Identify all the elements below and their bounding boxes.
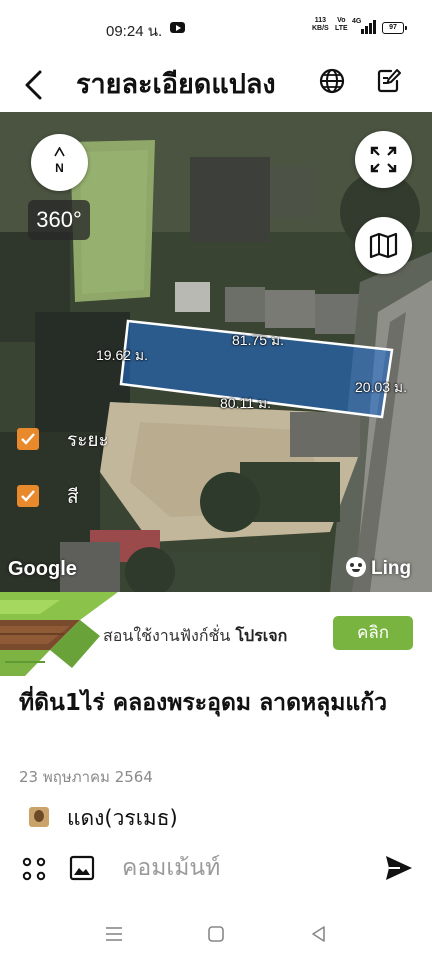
menu-icon bbox=[106, 927, 122, 941]
battery-icon: 97 bbox=[382, 22, 407, 34]
network-speed-value: 113 bbox=[314, 17, 327, 24]
image-icon bbox=[69, 855, 95, 881]
dimension-bottom: 80.11 ม. bbox=[220, 395, 272, 411]
checkbox-icon[interactable] bbox=[17, 485, 39, 507]
send-button[interactable] bbox=[384, 854, 414, 882]
ling-icon bbox=[346, 557, 366, 577]
google-attribution: Google bbox=[8, 558, 77, 580]
edit-button[interactable] bbox=[373, 65, 405, 97]
system-nav-bar bbox=[0, 906, 432, 960]
back-button[interactable] bbox=[18, 64, 52, 104]
send-icon bbox=[386, 856, 412, 880]
listing-date: 23 พฤษภาคม 2564 bbox=[19, 768, 153, 786]
volte-indicator: Vo LTE bbox=[335, 17, 348, 33]
map-type-button[interactable] bbox=[355, 217, 412, 274]
satellite-map[interactable]: N 360° 19.62 ม. 81.75 ม. 80.11 ม. 20.03 … bbox=[0, 112, 432, 592]
ling-attribution: Ling bbox=[346, 557, 411, 581]
tutorial-banner[interactable]: สอนใช้งานฟังก์ชั่น โปรเจก คลิก bbox=[0, 592, 432, 676]
network-speed-unit: KB/S bbox=[312, 25, 329, 32]
listing-title: ที่ดิน1ไร่ คลองพระอุดม ลาดหลุมแก้ว bbox=[19, 690, 388, 716]
network-speed: 113 KB/S bbox=[312, 17, 329, 33]
compass-button[interactable]: N bbox=[31, 134, 88, 191]
map-type-icon bbox=[369, 232, 398, 259]
home-square-icon bbox=[208, 926, 224, 942]
app-bar: รายละเอียดแปลง bbox=[0, 56, 432, 112]
dimension-top: 81.75 ม. bbox=[232, 332, 285, 348]
status-bar: 09:24 น. 113 KB/S Vo LTE 4G 97 bbox=[0, 0, 432, 56]
comment-input[interactable] bbox=[122, 848, 362, 888]
system-back-button[interactable] bbox=[307, 922, 331, 946]
dimension-right: 20.03 ม. bbox=[355, 379, 408, 395]
back-triangle-icon bbox=[312, 926, 325, 942]
banner-text-prefix: สอนใช้งานฟังก์ชั่น bbox=[103, 626, 236, 645]
status-time: 09:24 น. bbox=[106, 23, 163, 40]
volte-bottom: LTE bbox=[335, 25, 348, 32]
apps-button[interactable] bbox=[20, 855, 48, 883]
farmland-illustration bbox=[0, 592, 120, 676]
network-type: 4G bbox=[352, 18, 362, 25]
battery-level: 97 bbox=[389, 24, 397, 31]
fullscreen-icon bbox=[370, 146, 397, 173]
apps-grid-icon bbox=[22, 857, 46, 881]
volte-top: Vo bbox=[337, 17, 346, 24]
author-name[interactable]: แดง(วรเมธ) bbox=[67, 802, 178, 835]
edit-note-icon bbox=[377, 69, 401, 93]
fullscreen-button[interactable] bbox=[355, 131, 412, 188]
compass-label: N bbox=[55, 161, 64, 175]
ling-label: Ling bbox=[371, 558, 412, 579]
comment-bar bbox=[0, 840, 432, 896]
banner-click-button[interactable]: คลิก bbox=[333, 616, 413, 650]
layer-label-color: สี bbox=[67, 486, 79, 508]
banner-text: สอนใช้งานฟังก์ชั่น โปรเจก bbox=[103, 624, 287, 649]
youtube-icon bbox=[170, 22, 185, 33]
layer-label-distance: ระยะ bbox=[67, 429, 109, 451]
image-button[interactable] bbox=[69, 855, 95, 881]
page-title: รายละเอียดแปลง bbox=[76, 69, 276, 100]
banner-text-bold: โปรเจก bbox=[235, 626, 288, 645]
back-arrow-icon bbox=[25, 70, 42, 100]
signal-icon: 4G bbox=[352, 18, 376, 34]
compass-icon bbox=[54, 147, 65, 157]
home-button[interactable] bbox=[204, 922, 228, 946]
avatar[interactable] bbox=[29, 807, 49, 827]
recents-button[interactable] bbox=[102, 922, 126, 946]
dimension-left: 19.62 ม. bbox=[96, 347, 149, 363]
checkbox-icon[interactable] bbox=[17, 428, 39, 450]
globe-icon bbox=[319, 68, 345, 94]
view-360-button[interactable]: 360° bbox=[28, 200, 90, 240]
language-button[interactable] bbox=[316, 65, 348, 97]
